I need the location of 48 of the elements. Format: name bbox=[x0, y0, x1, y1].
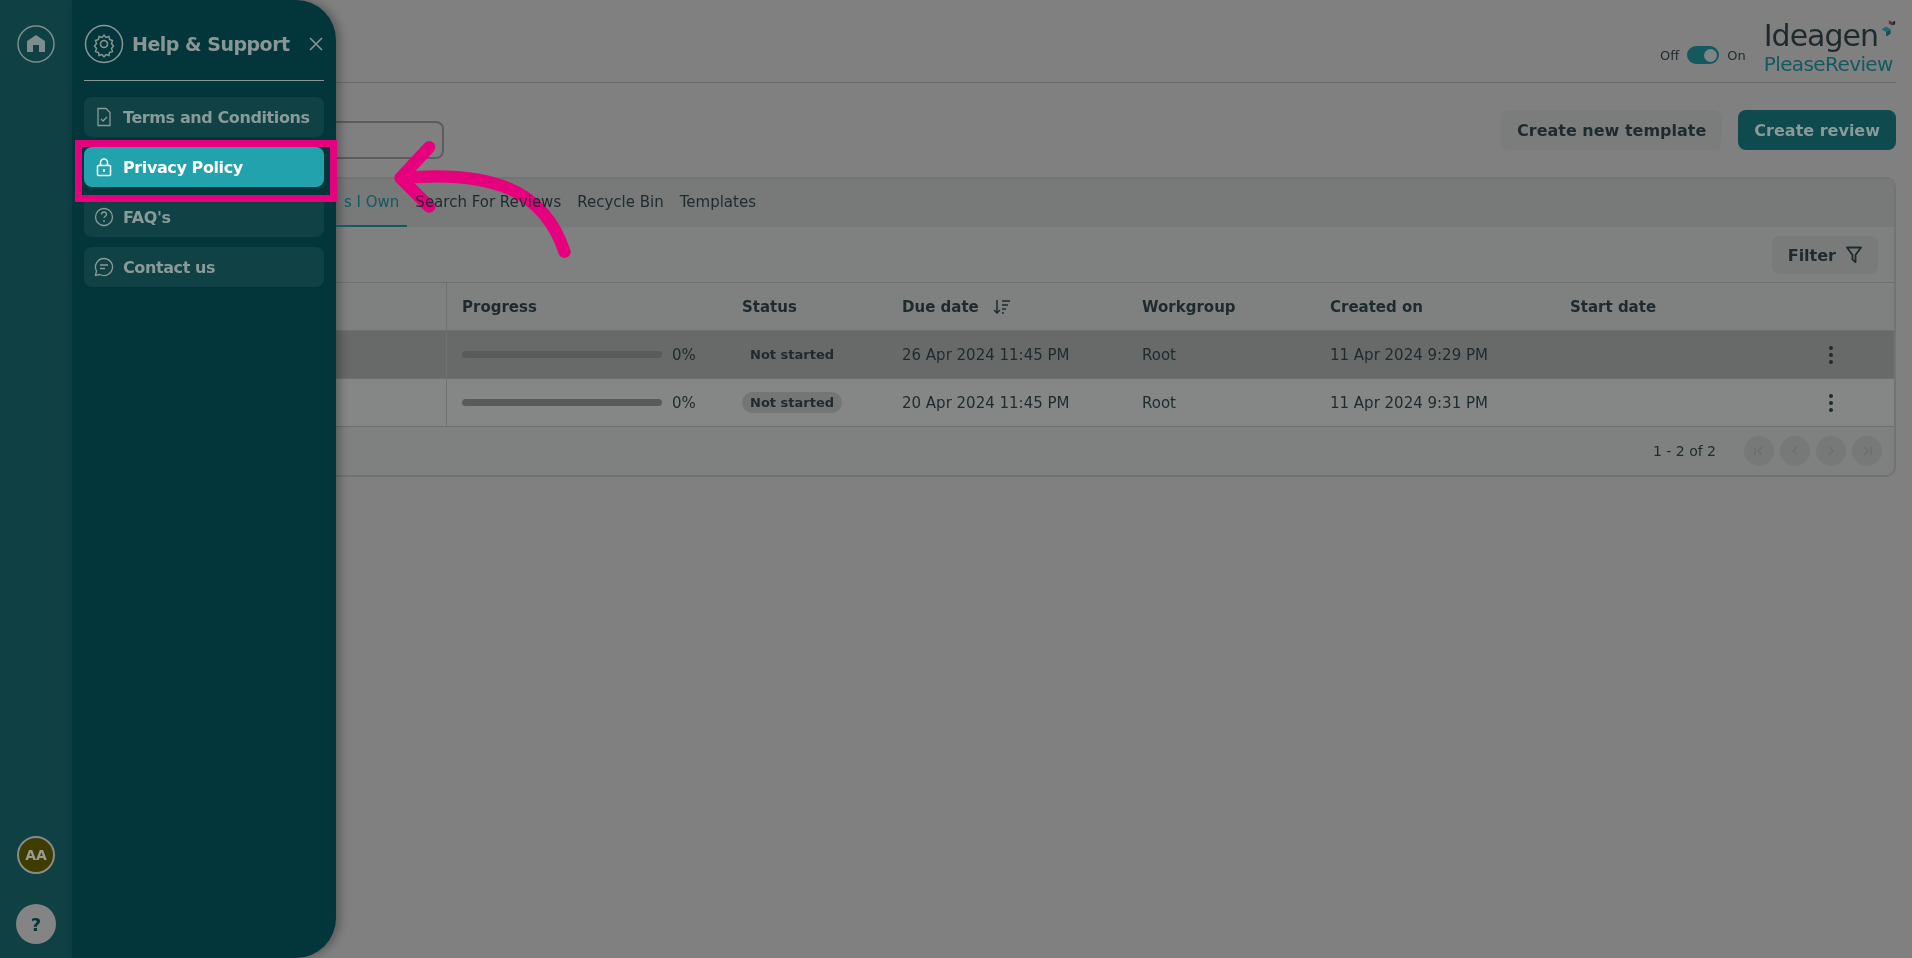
table-row[interactable]: 0% Not started 26 Apr 2024 11:45 PM Root 11 Apr 2024 9:29 PM bbox=[336, 331, 1894, 379]
column-header: Workgroup bbox=[1142, 297, 1236, 316]
table-cell: Root bbox=[1142, 345, 1176, 364]
action-button[interactable]: Create review bbox=[1738, 110, 1896, 150]
more-icon[interactable] bbox=[1828, 344, 1834, 365]
filter-button[interactable]: Filter bbox=[1771, 236, 1878, 274]
logo-brand: Ideagen bbox=[1763, 19, 1878, 52]
toggle-switch[interactable] bbox=[1687, 46, 1720, 64]
status-label: Not started bbox=[742, 392, 843, 413]
table-cell: 0% bbox=[672, 393, 696, 412]
status-label: Not started bbox=[749, 346, 836, 364]
question-icon bbox=[94, 207, 114, 227]
column-header: Created on bbox=[1330, 297, 1423, 316]
lock-icon bbox=[94, 157, 114, 177]
help-button[interactable]: ? bbox=[16, 904, 56, 944]
tab[interactable]: Templates bbox=[671, 179, 764, 227]
menu-item[interactable]: Contact us bbox=[84, 247, 324, 287]
table-cell: 26 Apr 2024 11:45 PM bbox=[902, 345, 1070, 364]
column-header: Status bbox=[742, 297, 797, 316]
column-header: Due date bbox=[902, 297, 979, 316]
more-icon[interactable] bbox=[1828, 392, 1834, 413]
table-cell: Root bbox=[1142, 393, 1176, 412]
chat-icon bbox=[94, 257, 114, 277]
document-icon bbox=[94, 107, 114, 127]
logo-product: PleaseReview bbox=[1763, 52, 1894, 76]
menu-item[interactable]: Terms and Conditions bbox=[84, 97, 324, 137]
tab[interactable]: Recycle Bin bbox=[569, 179, 672, 227]
sort-icon[interactable] bbox=[992, 298, 1011, 315]
table-cell: 11 Apr 2024 9:31 PM bbox=[1330, 393, 1488, 412]
toggle-off-label: Off bbox=[1660, 47, 1680, 63]
action-button[interactable]: Create new template bbox=[1501, 110, 1723, 150]
page-range: 1 - 2 of 2 bbox=[1652, 443, 1716, 459]
home-icon[interactable] bbox=[16, 24, 56, 64]
toggle-on-label: On bbox=[1727, 47, 1746, 63]
column-header: Progress bbox=[462, 297, 537, 316]
column-header: Start date bbox=[1570, 297, 1657, 316]
menu-item[interactable]: Privacy Policy bbox=[84, 147, 324, 187]
filter-icon bbox=[1846, 246, 1862, 264]
avatar[interactable]: AA bbox=[17, 836, 55, 874]
panel-title: Help & Support bbox=[132, 33, 291, 55]
table-cell: 11 Apr 2024 9:29 PM bbox=[1330, 345, 1488, 364]
settings-icon bbox=[84, 24, 124, 64]
tab[interactable]: s I Own bbox=[336, 179, 408, 227]
table-row[interactable]: 0% Not started 20 Apr 2024 11:45 PM Root 11 Apr 2024 9:31 PM bbox=[336, 379, 1894, 427]
close-icon[interactable] bbox=[308, 36, 324, 52]
table-cell: 0% bbox=[672, 345, 696, 364]
search-field[interactable] bbox=[336, 121, 444, 159]
table-cell: 20 Apr 2024 11:45 PM bbox=[902, 393, 1070, 412]
